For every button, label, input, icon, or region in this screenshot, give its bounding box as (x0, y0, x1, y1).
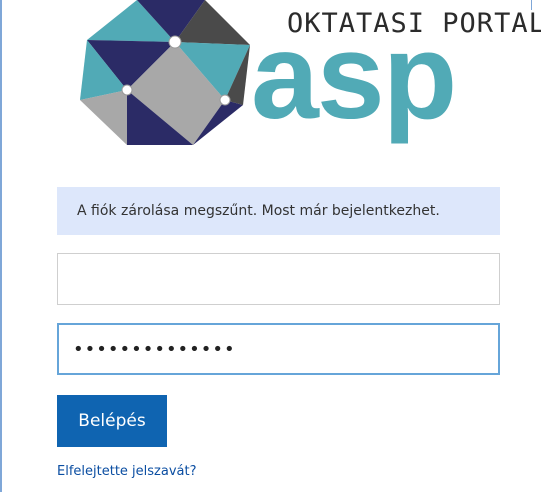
unlock-info-alert: A fiók zárolása megszűnt. Most már bejel… (57, 187, 500, 235)
logo-wordmark: asp (251, 8, 457, 144)
logo-polyhedron-icon (80, 0, 250, 145)
username-field[interactable] (57, 253, 500, 305)
login-button[interactable]: Belépés (57, 395, 167, 447)
forgot-password-link[interactable]: Elfelejtette jelszavát? (57, 464, 196, 479)
password-input[interactable] (59, 325, 498, 373)
username-input[interactable] (58, 254, 499, 304)
window-left-border (0, 0, 2, 492)
portal-logo: OKTATASI PORTAL asp (57, 0, 541, 165)
password-field[interactable] (57, 323, 500, 375)
